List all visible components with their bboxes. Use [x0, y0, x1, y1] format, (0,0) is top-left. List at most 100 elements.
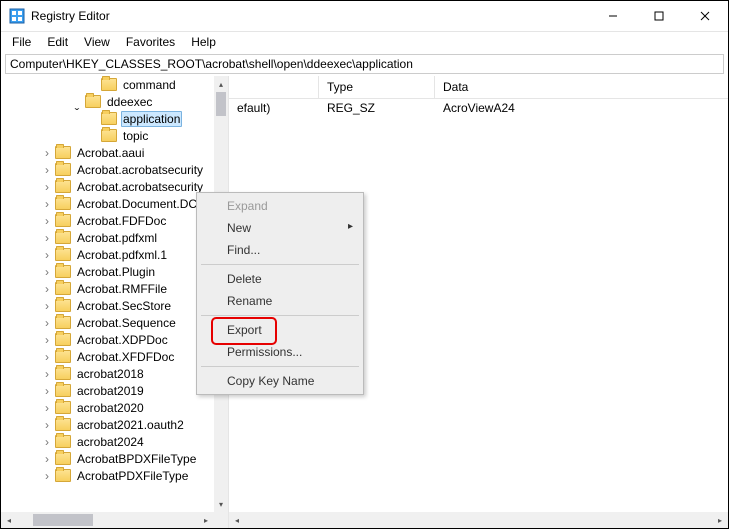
- menu-help[interactable]: Help: [184, 34, 223, 50]
- expand-icon[interactable]: [41, 266, 53, 278]
- folder-icon: [55, 452, 71, 465]
- tree-row[interactable]: AcrobatBPDXFileType: [1, 450, 214, 467]
- expand-icon[interactable]: [41, 164, 53, 176]
- tree-label: AcrobatPDXFileType: [75, 469, 190, 483]
- expand-icon[interactable]: [41, 334, 53, 346]
- folder-icon: [55, 180, 71, 193]
- tree-row[interactable]: Acrobat.pdfxml.1: [1, 246, 214, 263]
- registry-editor-window: Registry Editor File Edit View Favorites…: [0, 0, 729, 529]
- tree-row[interactable]: Acrobat.Plugin: [1, 263, 214, 280]
- expand-icon[interactable]: [41, 249, 53, 261]
- expand-icon[interactable]: [41, 147, 53, 159]
- tree-row[interactable]: Acrobat.RMFFile: [1, 280, 214, 297]
- list-scrollbar-horizontal[interactable]: ◂ ▸: [229, 512, 728, 528]
- context-export[interactable]: Export: [199, 319, 361, 341]
- tree-scrollbar-horizontal[interactable]: ◂ ▸: [1, 512, 214, 528]
- folder-icon: [55, 197, 71, 210]
- expand-icon[interactable]: [41, 385, 53, 397]
- scroll-down-icon[interactable]: ▾: [214, 496, 228, 512]
- expand-icon[interactable]: [41, 436, 53, 448]
- menu-favorites[interactable]: Favorites: [119, 34, 182, 50]
- context-expand[interactable]: Expand: [199, 195, 361, 217]
- expand-icon[interactable]: [41, 317, 53, 329]
- tree-row[interactable]: AcrobatPDXFileType: [1, 467, 214, 484]
- expand-icon[interactable]: [41, 419, 53, 431]
- expand-icon[interactable]: [41, 351, 53, 363]
- scroll-left-icon[interactable]: ◂: [229, 512, 245, 528]
- scroll-right-icon[interactable]: ▸: [712, 512, 728, 528]
- folder-icon: [101, 112, 117, 125]
- tree-row[interactable]: Acrobat.pdfxml: [1, 229, 214, 246]
- scroll-right-icon[interactable]: ▸: [198, 512, 214, 528]
- folder-icon: [55, 163, 71, 176]
- tree-label: acrobat2018: [75, 367, 146, 381]
- tree-row[interactable]: Acrobat.XFDFDoc: [1, 348, 214, 365]
- tree-label: command: [121, 78, 178, 92]
- tree-row[interactable]: Acrobat.aaui: [1, 144, 214, 161]
- expand-icon[interactable]: [41, 283, 53, 295]
- folder-icon: [55, 401, 71, 414]
- minimize-button[interactable]: [590, 1, 636, 31]
- expand-icon[interactable]: [41, 368, 53, 380]
- tree-row[interactable]: Acrobat.acrobatsecurity: [1, 178, 214, 195]
- menu-separator: [201, 315, 359, 316]
- expand-icon[interactable]: [41, 181, 53, 193]
- tree-row[interactable]: acrobat2021.oauth2: [1, 416, 214, 433]
- menubar: File Edit View Favorites Help: [1, 32, 728, 52]
- expand-icon[interactable]: [41, 232, 53, 244]
- menu-edit[interactable]: Edit: [40, 34, 75, 50]
- tree-row[interactable]: acrobat2020: [1, 399, 214, 416]
- list-row[interactable]: efault) REG_SZ AcroViewA24: [229, 99, 728, 116]
- tree-row[interactable]: Acrobat.FDFDoc: [1, 212, 214, 229]
- context-copy-key-name[interactable]: Copy Key Name: [199, 370, 361, 392]
- scroll-up-icon[interactable]: ▴: [214, 76, 228, 92]
- scroll-left-icon[interactable]: ◂: [1, 512, 17, 528]
- value-name: efault): [237, 101, 270, 115]
- tree-row[interactable]: acrobat2018: [1, 365, 214, 382]
- context-delete[interactable]: Delete: [199, 268, 361, 290]
- tree-label: acrobat2019: [75, 384, 146, 398]
- column-data[interactable]: Data: [435, 76, 728, 98]
- tree-row[interactable]: topic: [1, 127, 214, 144]
- tree-row[interactable]: ddeexec: [1, 93, 214, 110]
- titlebar: Registry Editor: [1, 1, 728, 32]
- tree-label: Acrobat.Sequence: [75, 316, 178, 330]
- tree-row[interactable]: acrobat2019: [1, 382, 214, 399]
- expand-icon[interactable]: [41, 198, 53, 210]
- close-button[interactable]: [682, 1, 728, 31]
- tree-row[interactable]: Acrobat.Document.DC: [1, 195, 214, 212]
- tree-row-selected[interactable]: application: [1, 110, 214, 127]
- tree-label: Acrobat.XDPDoc: [75, 333, 170, 347]
- scroll-thumb[interactable]: [33, 514, 93, 526]
- folder-icon: [55, 146, 71, 159]
- context-new[interactable]: New ▸: [199, 217, 361, 239]
- tree-row[interactable]: command: [1, 76, 214, 93]
- tree-label: topic: [121, 129, 150, 143]
- tree-row[interactable]: Acrobat.Sequence: [1, 314, 214, 331]
- context-rename[interactable]: Rename: [199, 290, 361, 312]
- tree-row[interactable]: Acrobat.SecStore: [1, 297, 214, 314]
- expand-icon[interactable]: [41, 402, 53, 414]
- expand-icon[interactable]: [71, 96, 83, 108]
- menu-file[interactable]: File: [5, 34, 38, 50]
- expand-icon[interactable]: [41, 453, 53, 465]
- folder-icon: [55, 282, 71, 295]
- content-area: command ddeexec application topic: [1, 76, 728, 528]
- expand-icon[interactable]: [41, 300, 53, 312]
- context-permissions[interactable]: Permissions...: [199, 341, 361, 363]
- tree-row[interactable]: Acrobat.acrobatsecurity: [1, 161, 214, 178]
- context-find[interactable]: Find...: [199, 239, 361, 261]
- maximize-button[interactable]: [636, 1, 682, 31]
- menu-view[interactable]: View: [77, 34, 117, 50]
- tree-row[interactable]: Acrobat.XDPDoc: [1, 331, 214, 348]
- address-bar[interactable]: Computer\HKEY_CLASSES_ROOT\acrobat\shell…: [5, 54, 724, 74]
- column-name[interactable]: [229, 76, 319, 98]
- expand-icon[interactable]: [41, 470, 53, 482]
- tree-row[interactable]: acrobat2024: [1, 433, 214, 450]
- column-type[interactable]: Type: [319, 76, 435, 98]
- tree-label: Acrobat.aaui: [75, 146, 146, 160]
- expand-icon[interactable]: [41, 215, 53, 227]
- value-data: AcroViewA24: [435, 101, 728, 115]
- folder-icon: [55, 265, 71, 278]
- scroll-thumb[interactable]: [216, 92, 226, 116]
